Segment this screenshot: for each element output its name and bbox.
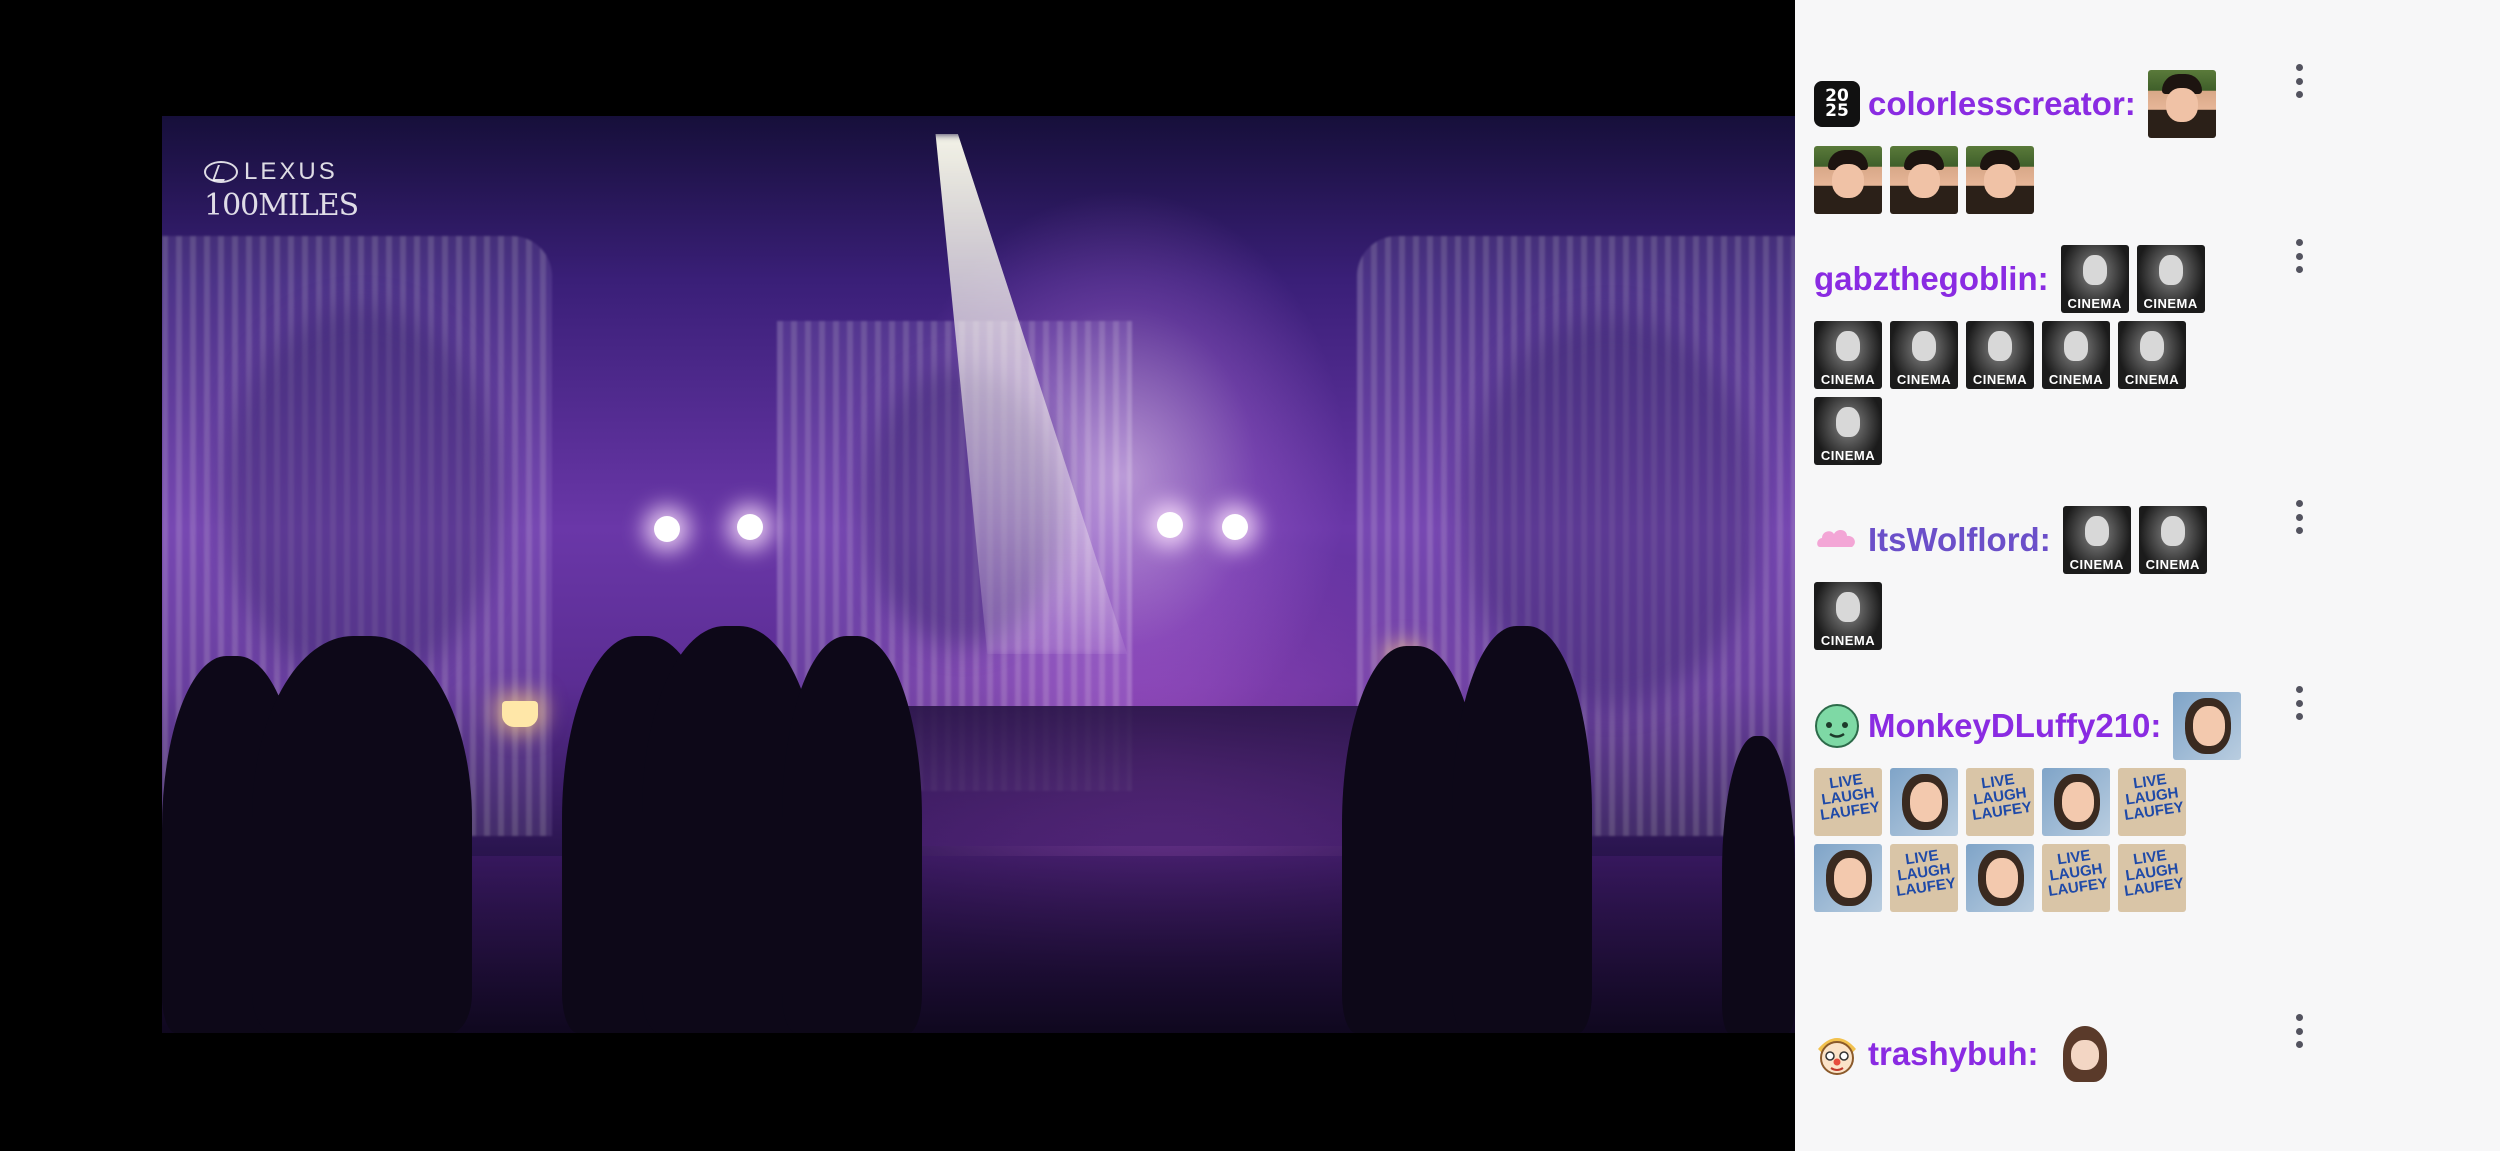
chat-username[interactable]: MonkeyDLuffy210: — [1868, 707, 2161, 745]
cinema-emote[interactable]: CINEMA — [1966, 321, 2034, 389]
cinema-emote[interactable]: CINEMA — [1814, 582, 1882, 650]
stage-light — [1222, 514, 1248, 540]
chat-username[interactable]: ItsWolflord: — [1868, 521, 2051, 559]
cinema-emote[interactable]: CINEMA — [1890, 321, 1958, 389]
message-menu-icon[interactable] — [2289, 686, 2309, 720]
chat-panel: 20 25 colorlesscreator: gabzthegoblin: C… — [1795, 0, 2500, 1151]
chat-message[interactable]: 20 25 colorlesscreator: — [1814, 70, 2414, 214]
selfie-emote[interactable] — [1814, 844, 1882, 912]
selfie-emote[interactable] — [2042, 768, 2110, 836]
message-menu-icon[interactable] — [2289, 239, 2309, 273]
live-laugh-laufey-emote[interactable]: LIVE LAUGH LAUFEY — [1890, 844, 1958, 912]
live-laugh-laufey-emote[interactable]: LIVE LAUGH LAUFEY — [1814, 768, 1882, 836]
audience-silhouette — [252, 636, 472, 1033]
live-laugh-laufey-emote[interactable]: LIVE LAUGH LAUFEY — [2118, 844, 2186, 912]
lexus-emblem-icon — [204, 161, 238, 183]
message-menu-icon[interactable] — [2289, 64, 2309, 98]
live-laugh-laufey-emote[interactable]: LIVE LAUGH LAUFEY — [2042, 844, 2110, 912]
lexus-100-miles-logo: LEXUS 100MILES — [204, 158, 359, 223]
cinema-emote[interactable]: CINEMA — [2060, 245, 2129, 313]
cinema-emote[interactable]: CINEMA — [2042, 321, 2110, 389]
pink-cloud-badge-icon[interactable] — [1814, 517, 1860, 563]
cinema-emote[interactable]: CINEMA — [2062, 506, 2131, 574]
clown-face-badge-icon[interactable] — [1814, 1031, 1860, 1077]
video-player[interactable]: LEXUS 100MILES — [0, 0, 1795, 1151]
live-laugh-laufey-emote[interactable]: LIVE LAUGH LAUFEY — [1966, 768, 2034, 836]
brand-bottom-text: 100MILES — [204, 188, 359, 223]
photo-emote[interactable] — [1814, 146, 1882, 214]
message-menu-icon[interactable] — [2289, 1014, 2309, 1048]
stage-light — [1157, 512, 1183, 538]
photo-emote[interactable] — [1966, 146, 2034, 214]
cinema-emote[interactable]: CINEMA — [1814, 397, 1882, 465]
table-lamp — [502, 701, 538, 727]
audience-silhouette — [1452, 626, 1592, 1033]
chat-message[interactable]: ItsWolflord: CINEMA CINEMA CINEMA — [1814, 506, 2414, 650]
2025-badge-icon[interactable]: 20 25 — [1814, 81, 1860, 127]
chat-username[interactable]: trashybuh: — [1868, 1035, 2039, 1073]
selfie-emote[interactable] — [1890, 768, 1958, 836]
cinema-emote[interactable]: CINEMA — [2136, 245, 2205, 313]
chat-username[interactable]: gabzthegoblin: — [1814, 260, 2049, 298]
projected-face-left — [222, 306, 502, 686]
cinema-emote[interactable]: CINEMA — [2118, 321, 2186, 389]
photo-emote[interactable] — [1890, 146, 1958, 214]
photo-emote[interactable] — [2147, 70, 2216, 138]
stage-light — [654, 516, 680, 542]
selfie-emote[interactable] — [2173, 692, 2242, 760]
audience-silhouette — [782, 636, 922, 1033]
chat-username[interactable]: colorlesscreator: — [1868, 85, 2136, 123]
chat-message[interactable]: gabzthegoblin: CINEMA CINEMA CINEMA CINE… — [1814, 245, 2414, 465]
stage-light — [737, 514, 763, 540]
video-frame[interactable]: LEXUS 100MILES — [162, 116, 1795, 1033]
cartoon-girl-emote[interactable] — [2051, 1020, 2119, 1088]
cinema-emote[interactable]: CINEMA — [2138, 506, 2207, 574]
cinema-emote[interactable]: CINEMA — [1814, 321, 1882, 389]
brand-top-text: LEXUS — [244, 158, 338, 185]
message-menu-icon[interactable] — [2289, 500, 2309, 534]
audience-silhouette — [1722, 736, 1795, 1033]
chat-message[interactable]: MonkeyDLuffy210: LIVE LAUGH LAUFEY LIVE … — [1814, 692, 2414, 912]
green-face-badge-icon[interactable] — [1814, 703, 1860, 749]
live-laugh-laufey-emote[interactable]: LIVE LAUGH LAUFEY — [2118, 768, 2186, 836]
selfie-emote[interactable] — [1966, 844, 2034, 912]
chat-message[interactable]: trashybuh: — [1814, 1020, 2414, 1088]
